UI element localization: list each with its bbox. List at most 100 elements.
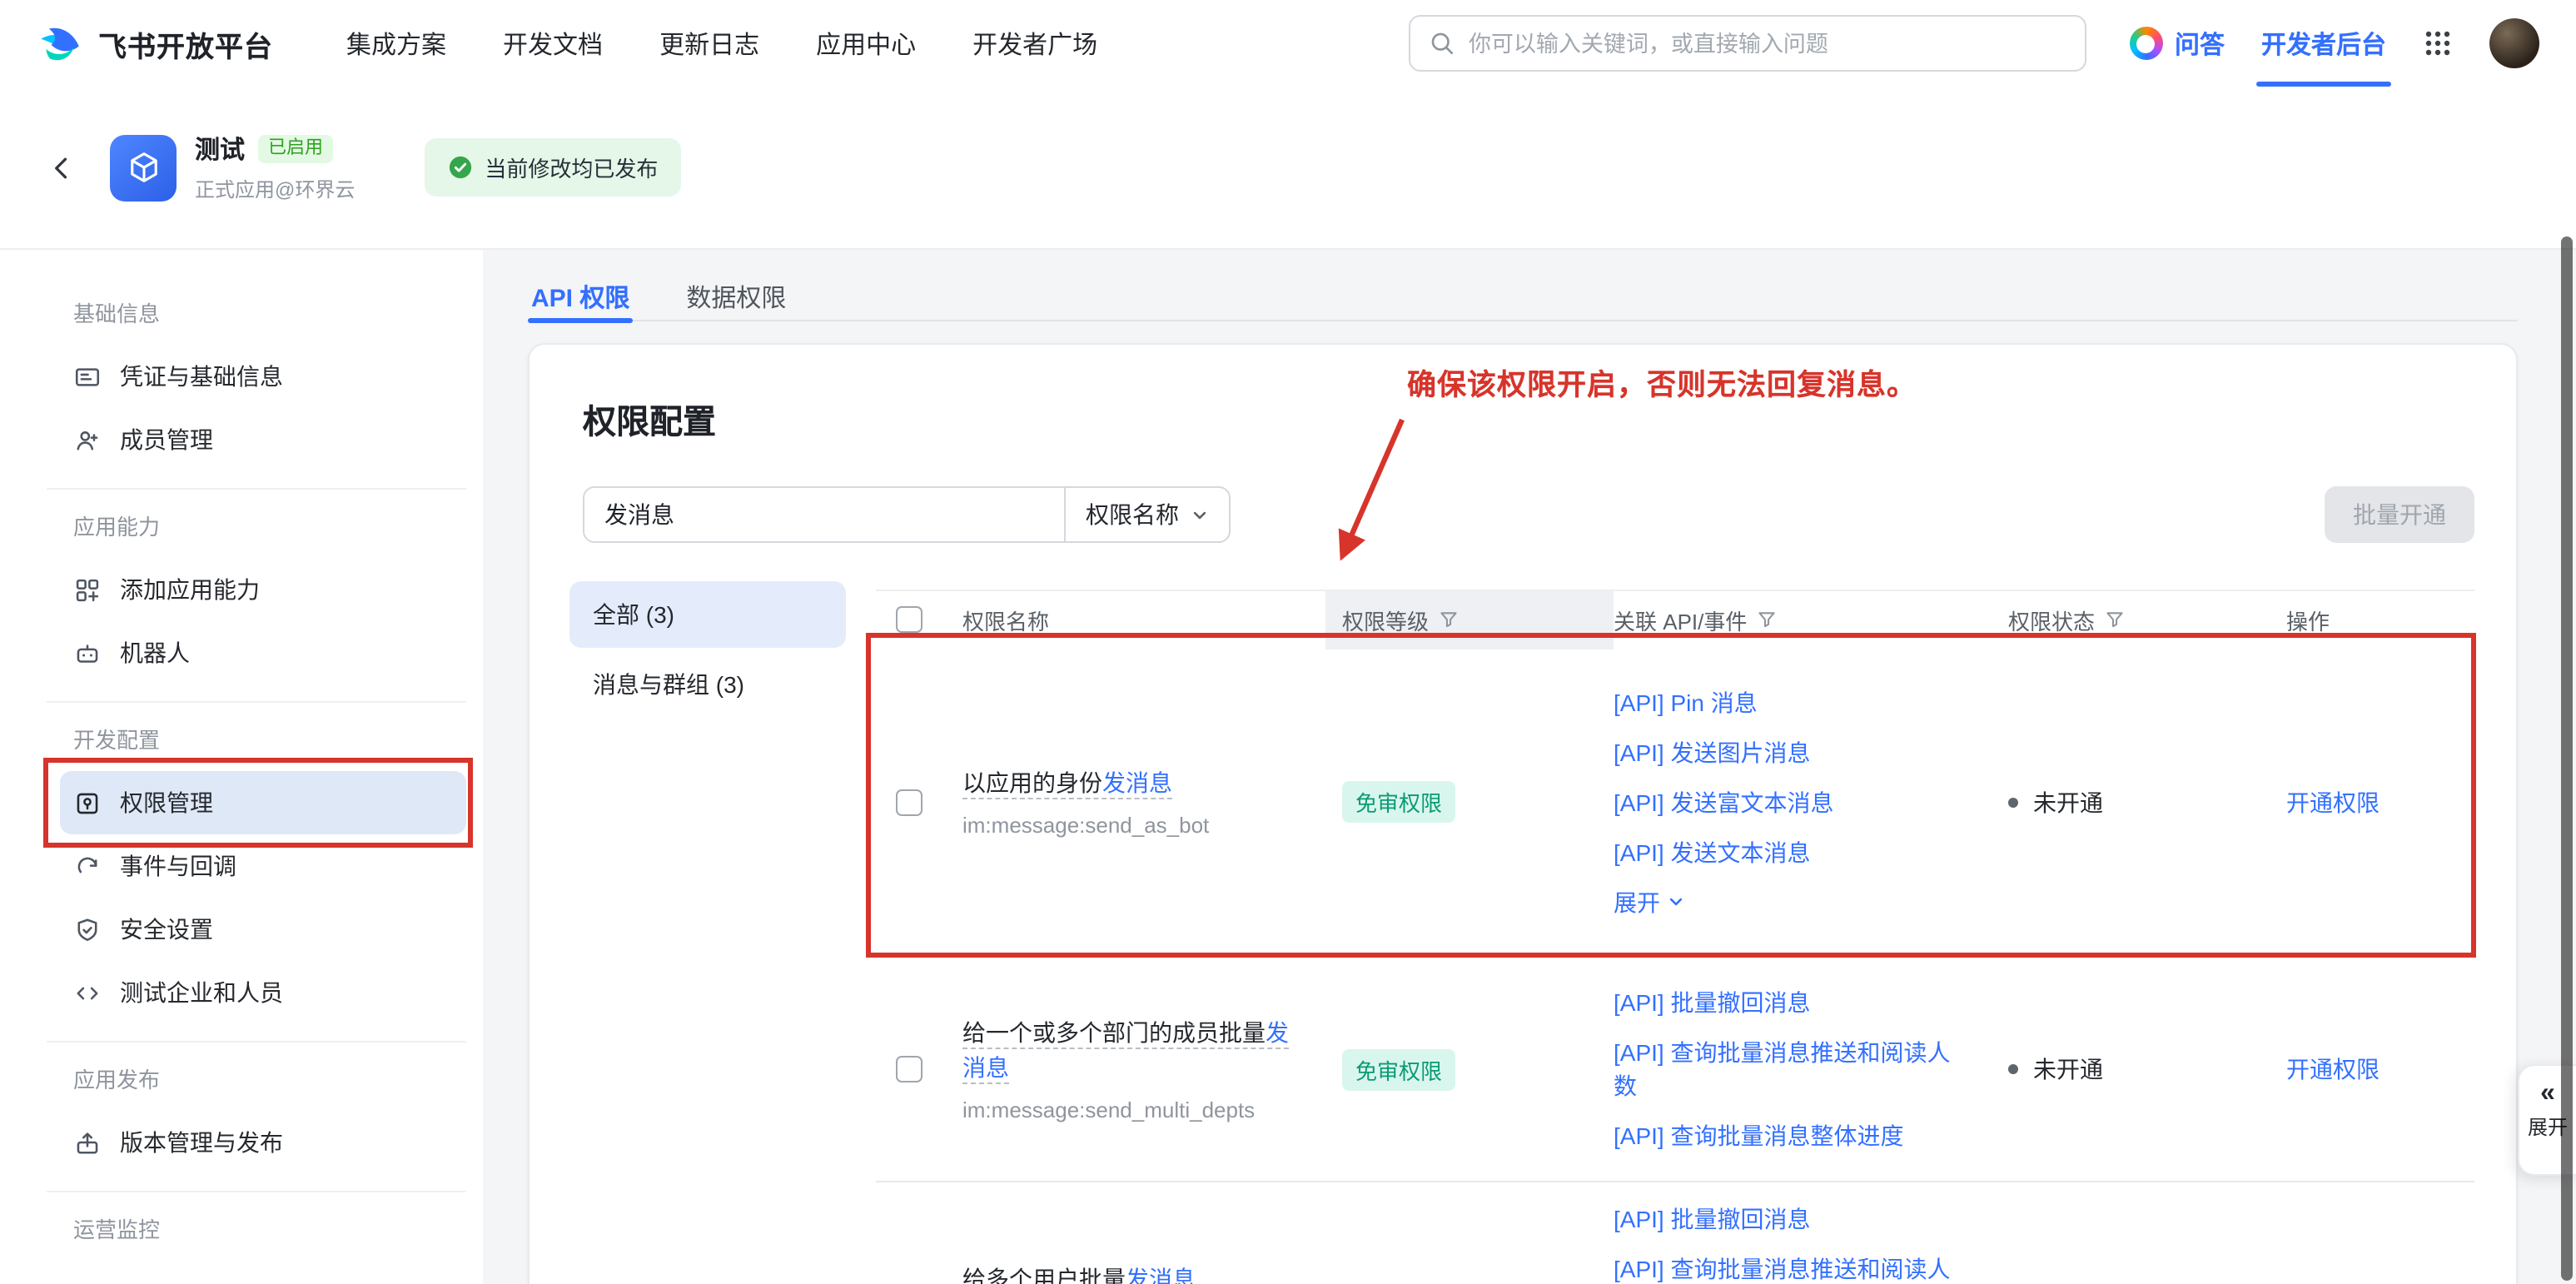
table-row-send-multi-users: 给多个用户批量发消息 [API] 批量撤回消息 [API] 查询批量消息推送和阅… <box>876 1182 2474 1284</box>
search-highlight: 发消息 <box>1102 769 1172 796</box>
bulk-open-button[interactable]: 批量开通 <box>2325 486 2474 543</box>
sidebar-item-add-capability[interactable]: 添加应用能力 <box>60 558 466 621</box>
group-all[interactable]: 全部 (3) <box>569 581 846 648</box>
nav-item-integration[interactable]: 集成方案 <box>346 26 446 61</box>
permission-tabs: API 权限 数据权限 <box>528 250 2518 321</box>
api-link[interactable]: [API] 批量撤回消息 <box>1614 986 1958 1019</box>
permission-card: 权限配置 权限名称 批量开通 全部 (3) 消息与群组 (3) <box>528 343 2518 1284</box>
sidebar-item-test-org[interactable]: 测试企业和人员 <box>60 961 466 1024</box>
search-input[interactable] <box>1469 31 2066 56</box>
top-nav: 飞书开放平台 集成方案 开发文档 更新日志 应用中心 开发者广场 问答 开发者后… <box>0 0 2576 87</box>
app-name: 测试 <box>195 132 245 167</box>
sidebar-item-members[interactable]: 成员管理 <box>60 408 466 471</box>
avatar[interactable] <box>2489 18 2539 68</box>
permission-search-input[interactable] <box>584 488 1064 541</box>
app-header: 测试 已启用 正式应用@环界云 当前修改均已发布 <box>0 87 2576 250</box>
sidebar-item-bot[interactable]: 机器人 <box>60 621 466 684</box>
permission-name-link[interactable]: 给一个或多个部门的成员批量发消息 <box>962 1019 1289 1084</box>
sidebar-section-dev-config: 开发配置 权限管理 事件与回调 <box>47 701 466 1041</box>
tab-developer-console[interactable]: 开发者后台 <box>2261 0 2386 87</box>
row-checkbox[interactable] <box>896 789 922 815</box>
api-link-list: [API] 批量撤回消息 [API] 查询批量消息推送和阅读人数 [API] 查… <box>1614 986 1958 1152</box>
col-header-status: 权限状态 <box>2008 604 2095 635</box>
permission-table: 权限名称 权限等级 关联 API/事件 <box>876 590 2474 1284</box>
sidebar-item-permissions[interactable]: 权限管理 <box>60 771 466 834</box>
row-checkbox[interactable] <box>896 1056 922 1082</box>
double-chevron-left-icon: « <box>2540 1081 2555 1107</box>
sidebar-item-label: 凭证与基础信息 <box>120 360 283 393</box>
api-link[interactable]: [API] 发送文本消息 <box>1614 835 1958 868</box>
table-row-send-multi-depts: 给一个或多个部门的成员批量发消息 im:message:send_multi_d… <box>876 958 2474 1182</box>
section-title-capability: 应用能力 <box>47 500 466 558</box>
sidebar-item-label: 测试企业和人员 <box>120 976 283 1009</box>
code-brackets-icon <box>73 978 102 1007</box>
publish-status-pill: 当前修改均已发布 <box>425 138 681 197</box>
permission-code: im:message:send_as_bot <box>962 813 1302 838</box>
app-icon <box>110 134 177 201</box>
col-header-action: 操作 <box>2286 604 2330 635</box>
console-label: 开发者后台 <box>2261 26 2386 61</box>
sidebar-item-label: 安全设置 <box>120 913 213 946</box>
sidebar-item-label: 事件与回调 <box>120 849 236 883</box>
qa-link[interactable]: 问答 <box>2130 26 2225 61</box>
search-filter-select[interactable]: 权限名称 <box>1064 488 1229 541</box>
brand[interactable]: 飞书开放平台 <box>37 20 273 67</box>
api-link-list: [API] Pin 消息 [API] 发送图片消息 [API] 发送富文本消息 … <box>1614 685 1958 918</box>
nav-item-docs[interactable]: 开发文档 <box>503 26 603 61</box>
qa-ring-icon <box>2130 27 2163 60</box>
brand-title: 飞书开放平台 <box>98 22 273 64</box>
tab-data-permission[interactable]: 数据权限 <box>683 270 789 321</box>
app-grid-icon[interactable] <box>2423 28 2453 58</box>
api-link[interactable]: [API] 查询批量消息推送和阅读人数 <box>1614 1252 1958 1284</box>
permission-name-link[interactable]: 以应用的身份发消息 <box>962 769 1172 799</box>
search-highlight: 发消息 <box>1126 1266 1196 1284</box>
permission-name-link[interactable]: 给多个用户批量发消息 <box>962 1266 1196 1284</box>
app-meta: 测试 已启用 正式应用@环界云 <box>195 132 355 203</box>
filter-funnel-icon[interactable] <box>1439 610 1459 630</box>
sidebar-section-release: 应用发布 版本管理与发布 <box>47 1041 466 1191</box>
col-header-name: 权限名称 <box>962 604 1049 635</box>
api-link[interactable]: [API] Pin 消息 <box>1614 685 1958 719</box>
api-link-list: [API] 批量撤回消息 [API] 查询批量消息推送和阅读人数 <box>1614 1202 1958 1284</box>
sidebar-item-security[interactable]: 安全设置 <box>60 898 466 961</box>
status-text: 未开通 <box>2033 1053 2103 1086</box>
release-upload-icon <box>73 1128 102 1157</box>
select-all-checkbox[interactable] <box>896 606 922 633</box>
sidebar-item-credentials[interactable]: 凭证与基础信息 <box>60 345 466 408</box>
status-cell: 未开通 <box>2008 1053 2286 1086</box>
nav-item-changelog[interactable]: 更新日志 <box>659 26 759 61</box>
permission-lock-icon <box>73 789 102 817</box>
api-link[interactable]: [API] 发送富文本消息 <box>1614 785 1958 819</box>
col-header-level[interactable]: 权限等级 <box>1325 590 1614 649</box>
table-header: 权限名称 权限等级 关联 API/事件 <box>876 590 2474 648</box>
expand-api-list-link[interactable]: 展开 <box>1614 885 1958 918</box>
robot-icon <box>73 639 102 667</box>
search-icon <box>1429 30 1455 57</box>
api-link[interactable]: [API] 发送图片消息 <box>1614 735 1958 769</box>
filter-funnel-icon[interactable] <box>1757 610 1777 630</box>
sidebar-item-version-release[interactable]: 版本管理与发布 <box>60 1111 466 1174</box>
group-message[interactable]: 消息与群组 (3) <box>569 651 846 718</box>
sidebar: 基础信息 凭证与基础信息 成员管理 应用能力 <box>0 250 483 1284</box>
section-title-release: 应用发布 <box>47 1053 466 1111</box>
open-permission-link[interactable]: 开通权限 <box>2286 789 2380 815</box>
vertical-scrollbar[interactable] <box>2561 236 2573 1281</box>
global-search[interactable] <box>1409 15 2086 72</box>
sidebar-item-events[interactable]: 事件与回调 <box>60 834 466 898</box>
nav-item-app-center[interactable]: 应用中心 <box>816 26 916 61</box>
section-title-dev-config: 开发配置 <box>47 713 466 771</box>
shield-check-icon <box>73 915 102 943</box>
back-button[interactable] <box>47 152 77 182</box>
api-link[interactable]: [API] 查询批量消息整体进度 <box>1614 1119 1958 1152</box>
open-permission-link[interactable]: 开通权限 <box>2286 1056 2380 1082</box>
table-row-send-as-bot: 以应用的身份发消息 im:message:send_as_bot 免审权限 [A… <box>876 648 2474 958</box>
tab-api-permission[interactable]: API 权限 <box>528 270 633 321</box>
api-link[interactable]: [API] 查询批量消息推送和阅读人数 <box>1614 1036 1958 1102</box>
permission-code: im:message:send_multi_depts <box>962 1097 1302 1122</box>
filter-funnel-icon[interactable] <box>2105 610 2125 630</box>
permission-group-list: 全部 (3) 消息与群组 (3) <box>569 581 846 1284</box>
nav-item-dev-plaza[interactable]: 开发者广场 <box>972 26 1097 61</box>
level-badge: 免审权限 <box>1342 781 1455 823</box>
api-link[interactable]: [API] 批量撤回消息 <box>1614 1202 1958 1236</box>
feishu-logo-icon <box>37 20 83 67</box>
